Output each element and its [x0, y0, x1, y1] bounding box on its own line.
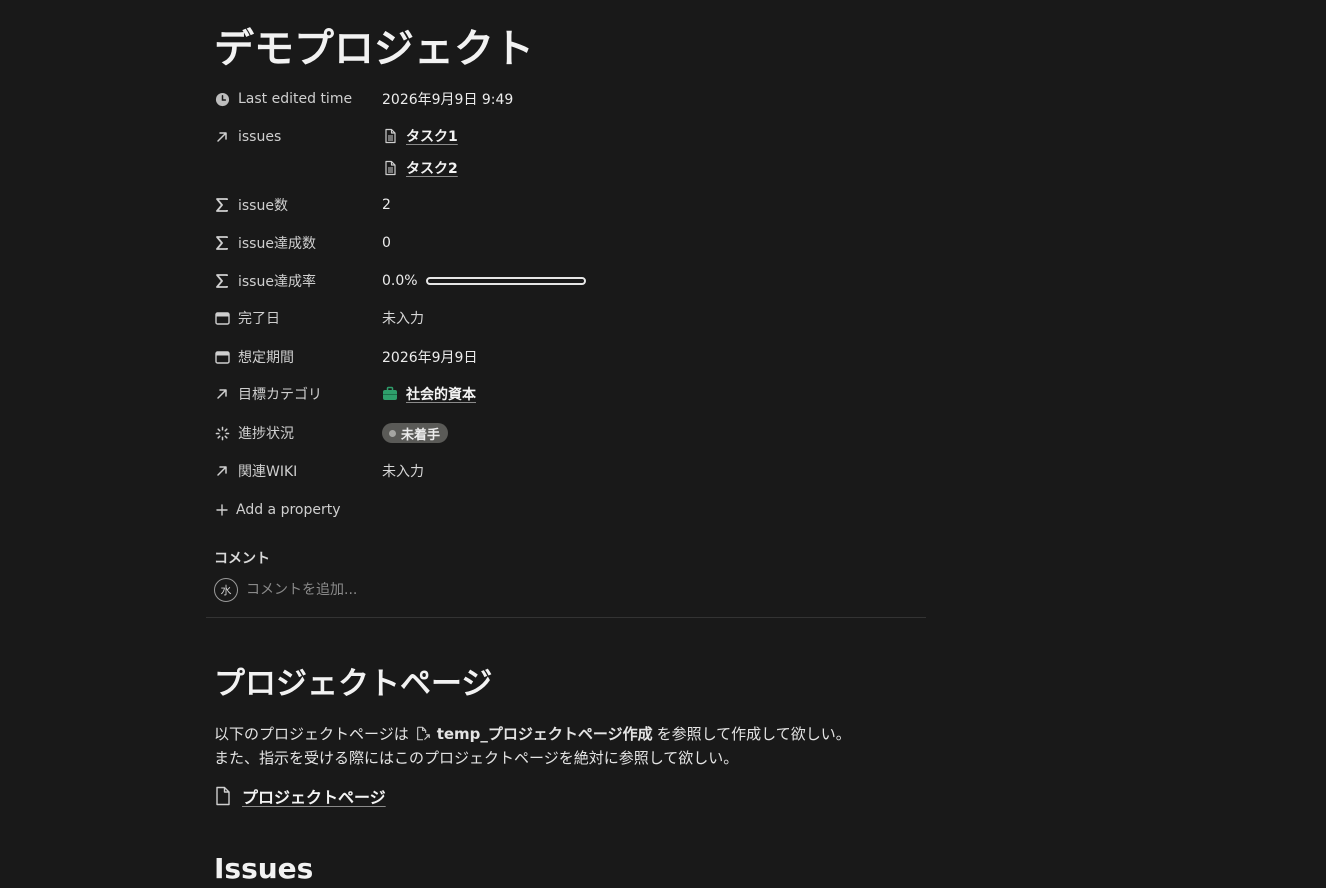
page-mention-text: temp_プロジェクトページ作成 — [436, 724, 653, 743]
project-page-link-text[interactable]: プロジェクトページ — [242, 784, 386, 808]
property-label-text: Last edited time — [238, 91, 353, 107]
property-progress-status: 進捗状況 未着手 — [214, 421, 914, 445]
sigma-icon — [214, 235, 230, 251]
template-page-icon — [415, 725, 431, 741]
issue-link-text[interactable]: タスク1 — [406, 126, 458, 146]
property-label[interactable]: 目標カテゴリ — [214, 382, 322, 406]
property-label[interactable]: 想定期間 — [214, 345, 294, 369]
relation-arrow-icon — [214, 129, 230, 145]
paragraph-text: 以下のプロジェクトページは — [214, 724, 409, 743]
add-property-button[interactable]: Add a property — [214, 498, 341, 522]
status-badge-text: 未着手 — [401, 427, 441, 443]
status-spinner-icon — [214, 425, 230, 441]
property-label-text: 関連WIKI — [238, 464, 298, 480]
briefcase-icon — [382, 386, 398, 402]
property-related-wiki: 関連WIKI 未入力 — [214, 459, 914, 483]
status-dot — [389, 429, 396, 437]
last-edited-value: 2026年9月9日 9:49 — [382, 92, 514, 108]
property-label-text: 進捗状況 — [238, 426, 294, 442]
project-page-heading[interactable]: プロジェクトページ — [214, 662, 492, 706]
property-completion-date: 完了日 未入力 — [214, 306, 914, 330]
property-issue-count: issue数 2 — [214, 193, 914, 217]
related-wiki-value[interactable]: 未入力 — [382, 459, 424, 483]
page-title[interactable]: デモプロジェクト — [214, 24, 534, 74]
sigma-icon — [214, 197, 230, 213]
calendar-icon — [214, 310, 230, 326]
relation-arrow-icon — [214, 386, 230, 402]
relation-arrow-icon — [214, 463, 230, 479]
issue-link-2[interactable]: タスク2 — [382, 156, 458, 180]
paragraph-text: を参照して作成して欲しい。 — [656, 724, 851, 743]
issue-link-1[interactable]: タスク1 — [382, 124, 458, 148]
property-issues: issues タスク1 タスク2 — [214, 124, 914, 182]
plus-icon — [214, 502, 230, 518]
project-page-paragraph-line2: また、指示を受ける際にはこのプロジェクトページを絶対に参照して欲しい。 — [214, 748, 739, 767]
issue-done-count-value: 0 — [382, 235, 391, 251]
property-label-text: issues — [238, 129, 282, 145]
property-label-text: 目標カテゴリ — [238, 387, 322, 403]
goal-category-text[interactable]: 社会的資本 — [406, 384, 476, 404]
expected-period-value[interactable]: 2026年9月9日 — [382, 345, 477, 369]
property-label-text: issue達成率 — [238, 274, 316, 290]
property-label-text: issue数 — [238, 198, 288, 214]
property-label[interactable]: 進捗状況 — [214, 421, 294, 445]
divider — [206, 617, 926, 618]
progress-bar — [425, 277, 586, 285]
property-label-text: 想定期間 — [238, 350, 294, 366]
property-label[interactable]: 関連WIKI — [214, 459, 297, 483]
clock-icon — [214, 91, 230, 107]
property-label[interactable]: issues — [214, 125, 281, 149]
property-label[interactable]: Last edited time — [214, 87, 352, 111]
property-label-text: issue達成数 — [238, 236, 316, 252]
status-badge[interactable]: 未着手 — [382, 423, 449, 443]
avatar: 水 — [214, 578, 238, 602]
property-issue-done-count: issue達成数 0 — [214, 231, 914, 255]
issue-rate-text: 0.0% — [382, 273, 418, 289]
property-goal-category: 目標カテゴリ 社会的資本 — [214, 382, 914, 406]
progress-status-value[interactable]: 未着手 — [382, 421, 449, 445]
property-last-edited-time: Last edited time 2026年9月9日 9:49 — [214, 87, 914, 111]
comments-heading: コメント — [214, 551, 270, 567]
page-mention[interactable]: temp_プロジェクトページ作成 — [415, 723, 653, 744]
property-label[interactable]: 完了日 — [214, 306, 280, 330]
issues-heading[interactable]: Issues — [214, 850, 313, 888]
property-label[interactable]: issue達成数 — [214, 231, 316, 255]
property-expected-period: 想定期間 2026年9月9日 — [214, 345, 914, 369]
calendar-icon — [214, 349, 230, 365]
issue-link-text[interactable]: タスク2 — [406, 158, 458, 178]
issue-count-value: 2 — [382, 197, 391, 213]
property-label[interactable]: issue数 — [214, 193, 288, 217]
comment-input[interactable] — [246, 582, 646, 598]
completion-date-value[interactable]: 未入力 — [382, 306, 424, 330]
project-page-link[interactable]: プロジェクトページ — [214, 783, 386, 809]
sigma-icon — [214, 273, 230, 289]
property-label-text: 完了日 — [238, 311, 280, 327]
add-property-label: Add a property — [236, 502, 341, 518]
document-icon — [382, 160, 398, 176]
project-page-paragraph-line1: 以下のプロジェクトページは temp_プロジェクトページ作成 を参照して作成して… — [214, 721, 851, 745]
comment-composer: 水 — [214, 578, 646, 602]
document-icon — [382, 128, 398, 144]
goal-category-link[interactable]: 社会的資本 — [382, 382, 476, 406]
property-label[interactable]: issue達成率 — [214, 269, 316, 293]
issue-rate-value: 0.0% — [382, 269, 586, 293]
property-issue-rate: issue達成率 0.0% — [214, 269, 914, 293]
page-icon — [214, 786, 232, 806]
